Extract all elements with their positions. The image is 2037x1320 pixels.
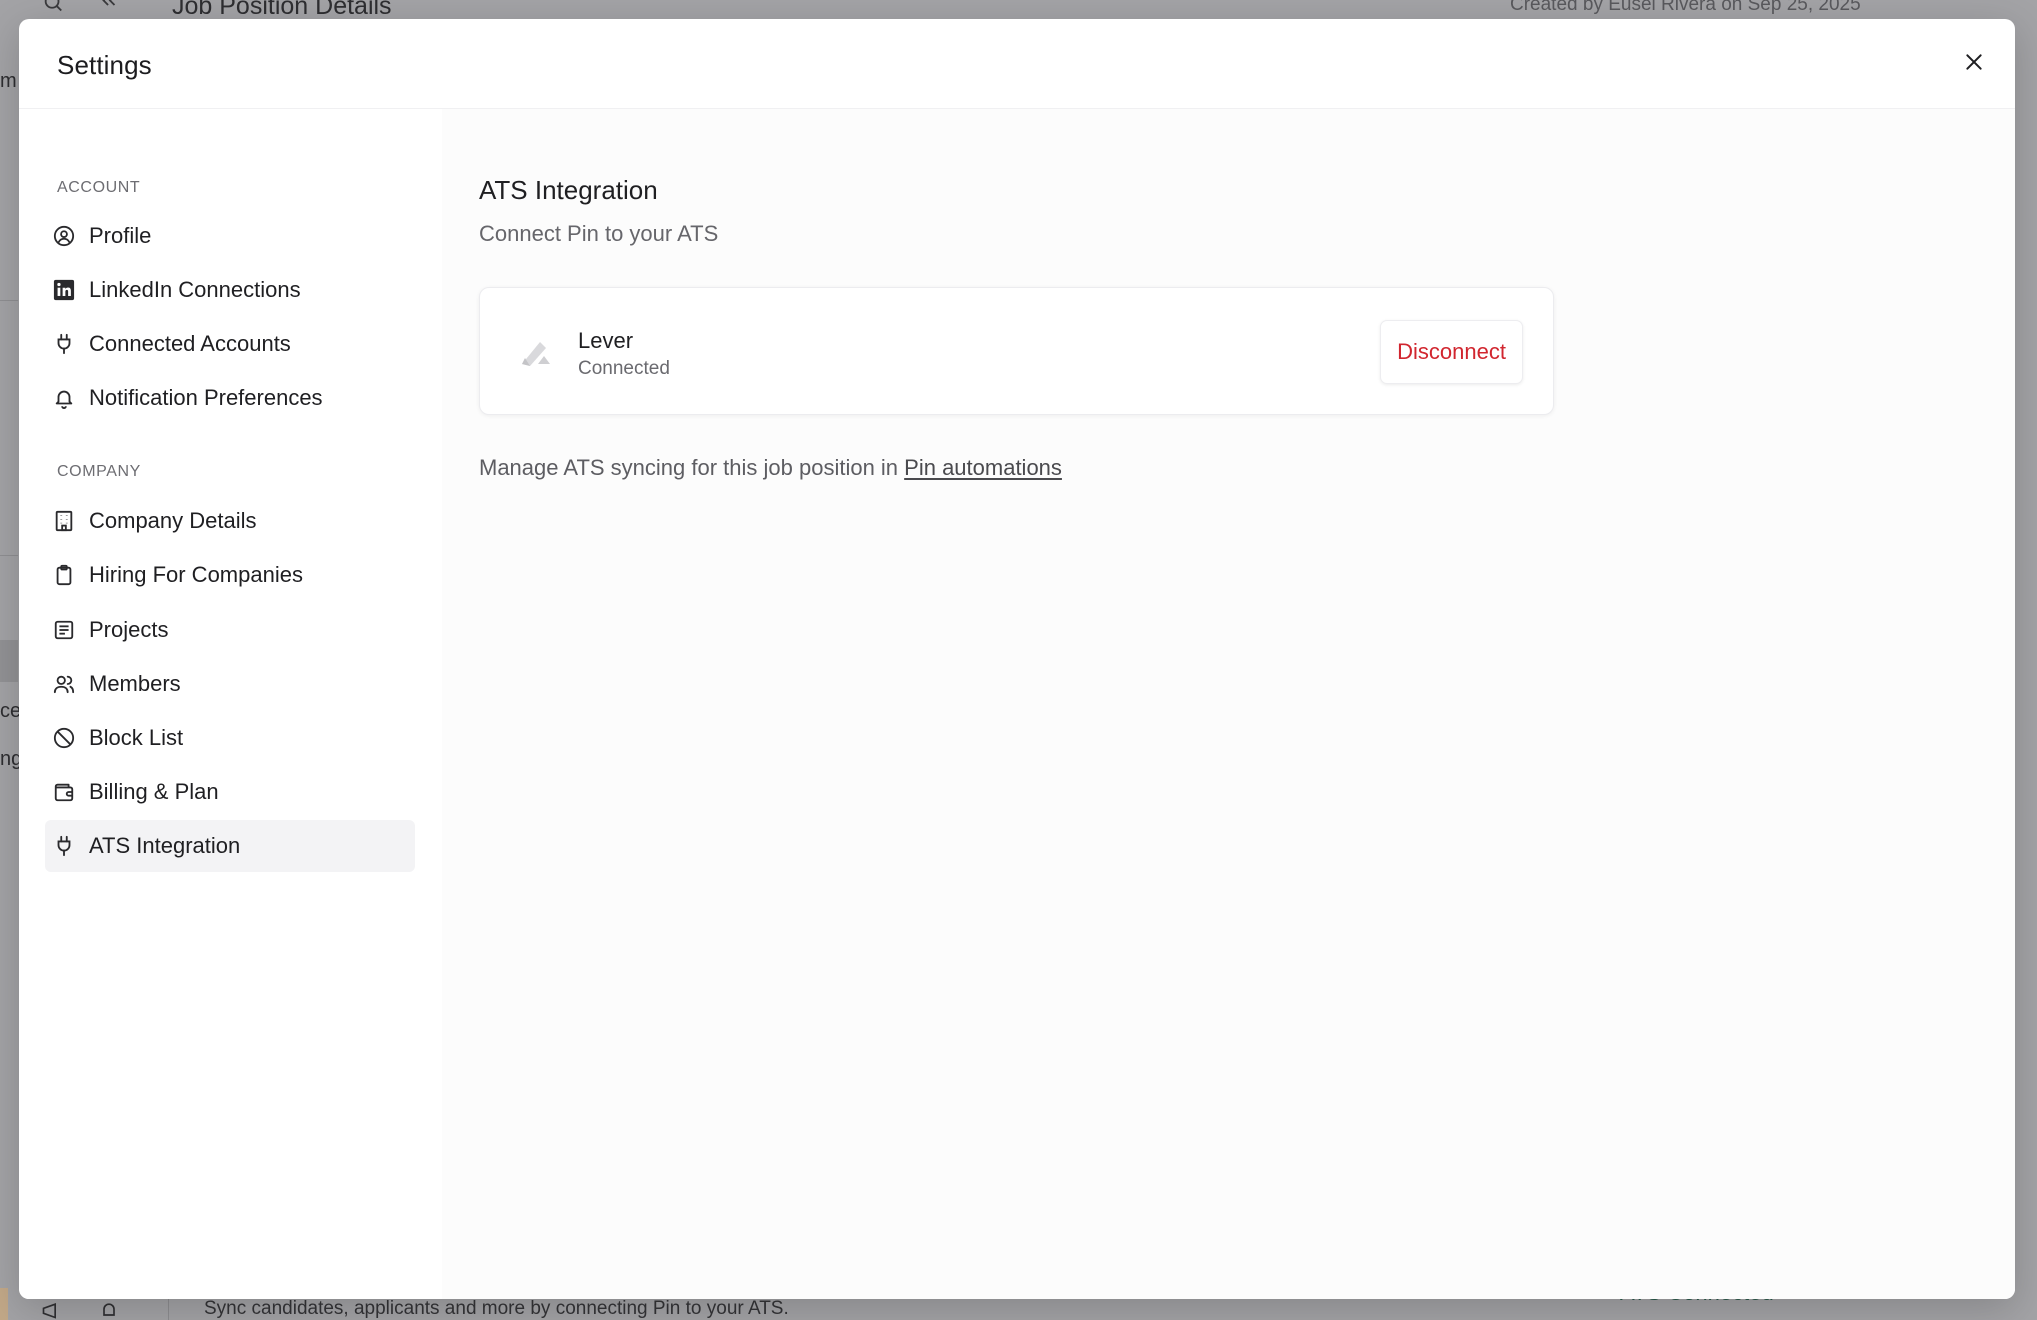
clipboard-icon: [53, 564, 75, 586]
sidebar-item-projects[interactable]: Projects: [45, 604, 415, 656]
plug-icon: [53, 333, 75, 355]
ban-icon: [53, 727, 75, 749]
close-icon: [1966, 54, 1982, 70]
bell-icon: [98, 1300, 120, 1320]
sidebar-item-label: Company Details: [89, 508, 257, 533]
sidebar-item-billing-plan[interactable]: Billing & Plan: [45, 766, 415, 818]
pin-automations-link[interactable]: Pin automations: [904, 455, 1062, 480]
background-divider: [0, 555, 18, 556]
sidebar-item-hiring-for-companies[interactable]: Hiring For Companies: [45, 549, 415, 601]
sidebar-item-notification-preferences[interactable]: Notification Preferences: [45, 372, 415, 424]
integration-card: Lever Connected Disconnect: [479, 287, 1554, 415]
sidebar-item-connected-accounts[interactable]: Connected Accounts: [45, 318, 415, 370]
sidebar-item-company-details[interactable]: Company Details: [45, 495, 415, 547]
collapse-icon: [98, 0, 120, 21]
close-button[interactable]: [1957, 45, 1991, 79]
plug-icon: [53, 835, 75, 857]
background-bottom-text: Sync candidates, applicants and more by …: [204, 1298, 789, 1319]
modal-title: Settings: [57, 50, 152, 80]
manage-ats-text: Manage ATS syncing for this job position…: [479, 455, 1062, 481]
wallet-icon: [53, 781, 75, 803]
settings-modal: Settings ACCOUNT Profile LinkedIn Connec…: [19, 19, 2015, 1299]
user-circle-icon: [53, 225, 75, 247]
background-divider: [0, 300, 18, 301]
settings-sidebar: ACCOUNT Profile LinkedIn Connections Con…: [19, 109, 442, 1299]
sidebar-item-label: Connected Accounts: [89, 331, 291, 356]
sidebar-item-label: Profile: [89, 223, 152, 248]
sidebar-item-label: Projects: [89, 617, 169, 642]
sidebar-item-label: Members: [89, 671, 181, 696]
sidebar-item-block-list[interactable]: Block List: [45, 712, 415, 764]
settings-content: ATS Integration Connect Pin to your ATS …: [442, 109, 2015, 1299]
integration-status: Connected: [578, 358, 670, 379]
sidebar-item-label: ATS Integration: [89, 833, 241, 858]
sidebar-item-label: Notification Preferences: [89, 385, 323, 410]
background-side-fragment: m: [0, 70, 17, 92]
sidebar-item-label: Block List: [89, 725, 184, 750]
modal-header: Settings: [19, 19, 2015, 109]
manage-ats-text-body: Manage ATS syncing for this job position…: [479, 455, 905, 480]
disconnect-button[interactable]: Disconnect: [1380, 320, 1523, 384]
background-side-highlight: [0, 640, 18, 682]
linkedin-icon: [53, 279, 75, 301]
page-subtitle: Connect Pin to your ATS: [479, 221, 719, 246]
background-badge: [0, 1288, 8, 1320]
background-created-text: Created by Eusei Rivera on Sep 25, 2025: [1510, 0, 1861, 15]
page-title: ATS Integration: [479, 175, 658, 205]
section-label-account: ACCOUNT: [57, 179, 141, 196]
users-icon: [53, 673, 75, 695]
sidebar-item-linkedin-connections[interactable]: LinkedIn Connections: [45, 264, 415, 316]
megaphone-icon: [40, 1300, 62, 1320]
integration-name: Lever: [578, 328, 634, 353]
background-side-fragment: ce: [0, 700, 22, 722]
sidebar-item-label: LinkedIn Connections: [89, 277, 301, 302]
sidebar-item-label: Hiring For Companies: [89, 562, 303, 587]
background-page-title: Job Position Details: [172, 0, 392, 20]
list-icon: [53, 619, 75, 641]
sidebar-item-members[interactable]: Members: [45, 658, 415, 710]
sidebar-item-profile[interactable]: Profile: [45, 210, 415, 262]
lever-logo-icon: [518, 334, 554, 370]
bell-icon: [53, 387, 75, 409]
building-icon: [53, 510, 75, 532]
sidebar-item-label: Billing & Plan: [89, 779, 219, 804]
sidebar-item-ats-integration[interactable]: ATS Integration: [45, 820, 415, 872]
section-label-company: COMPANY: [57, 463, 141, 480]
search-icon: [42, 0, 64, 21]
